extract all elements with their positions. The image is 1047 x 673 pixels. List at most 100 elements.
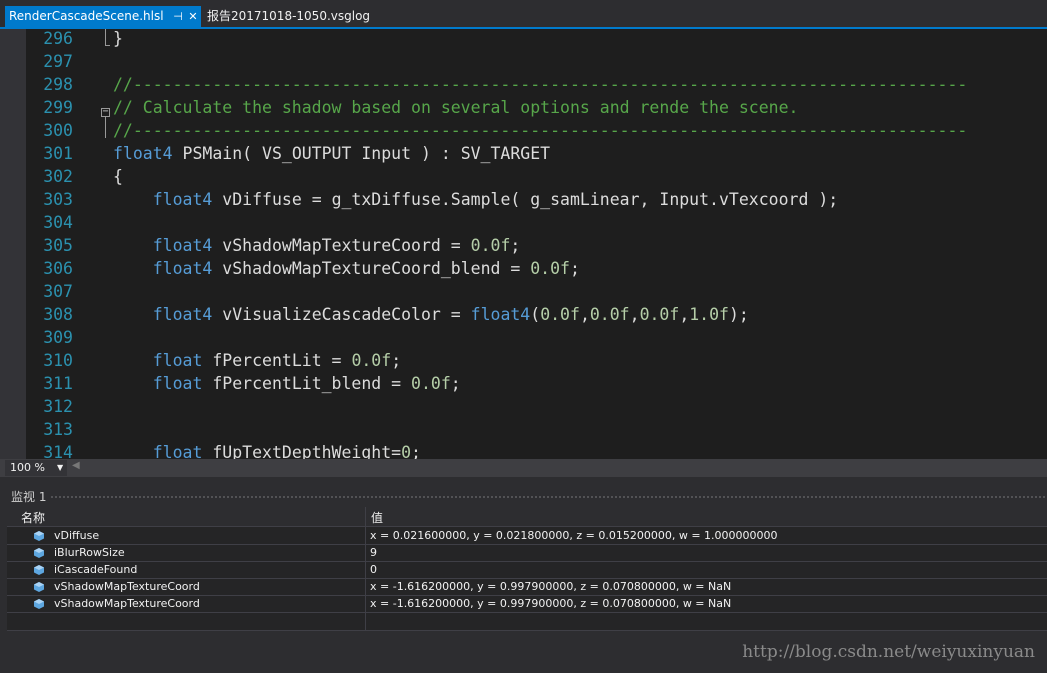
code-token: , [629, 305, 640, 324]
watch-variable-value: 0 [370, 563, 377, 576]
code-token: ; [450, 374, 461, 393]
code-line[interactable]: 303 float4 vDiffuse = g_txDiffuse.Sample… [0, 188, 1047, 211]
code-line[interactable]: 301 float4 PSMain( VS_OUTPUT Input ) : SV… [0, 142, 1047, 165]
code-token: fPercentLit_blend = [202, 374, 412, 393]
tab-vsglog-report[interactable]: 报告20171018-1050.vsglog [207, 6, 370, 27]
line-number: 300 [43, 121, 73, 140]
code-token: float [152, 351, 203, 370]
watch-window-title: 监视 1 [11, 490, 47, 504]
code-line[interactable]: 302 { [0, 165, 1047, 188]
line-number: 310 [43, 351, 73, 370]
line-number: 306 [43, 259, 73, 278]
code-token: ; [391, 351, 402, 370]
code-text: } [113, 29, 123, 50]
line-number: 303 [43, 190, 73, 209]
code-token: 0.0f [540, 305, 580, 324]
line-number: 308 [43, 305, 73, 324]
watch-variable-value: x = 0.021600000, y = 0.021800000, z = 0.… [370, 529, 778, 542]
scroll-left-icon[interactable]: ◀ [72, 460, 80, 471]
watch-variable-value: x = -1.616200000, y = 0.997900000, z = 0… [370, 597, 732, 610]
code-token: fUpTextDepthWeight= [202, 443, 402, 459]
code-token: , [679, 305, 690, 324]
code-token: //--------------------------------------… [113, 121, 968, 140]
code-line[interactable]: 308 float4 vVisualizeCascadeColor = floa… [0, 303, 1047, 326]
watch-column-header: 名称 值 [7, 507, 1047, 527]
zoom-value: 100 % [10, 461, 45, 474]
fold-guide [105, 126, 106, 138]
code-line[interactable]: 305 float4 vShadowMapTextureCoord = 0.0f… [0, 234, 1047, 257]
pin-icon[interactable]: ⊣ [171, 6, 185, 27]
watch-row[interactable]: vShadowMapTextureCoord x = -1.616200000, … [7, 596, 1047, 613]
code-token: 0.0f [351, 351, 392, 370]
line-number: 299 [43, 98, 73, 117]
watch-empty-row[interactable] [7, 614, 1047, 631]
line-number: 298 [43, 75, 73, 94]
code-token: PSMain( VS_OUTPUT Input ) : SV_TARGET [172, 144, 551, 163]
code-token: ; [411, 443, 421, 459]
watch-variable-name: iBlurRowSize [54, 546, 125, 559]
tab-render-cascade-scene[interactable]: RenderCascadeScene.hlsl ⊣ ✕ [5, 6, 201, 27]
watch-row[interactable]: vDiffuse x = 0.021600000, y = 0.021800000… [7, 528, 1047, 545]
watch-variable-name: vDiffuse [54, 529, 100, 542]
code-token: vShadowMapTextureCoord_blend = [212, 259, 531, 278]
code-token: fPercentLit = [202, 351, 352, 370]
code-token: float4 [152, 190, 213, 209]
fold-collapse-icon[interactable]: − [101, 107, 110, 117]
code-line[interactable]: 298 //-----------------------------------… [0, 73, 1047, 96]
editor-status-bar: 100 % ▼ ◀ [0, 459, 1047, 477]
column-header-name[interactable]: 名称 [21, 509, 45, 526]
fold-guide [105, 29, 106, 46]
watch-row[interactable]: iCascadeFound 0 [7, 562, 1047, 579]
code-token: 0.0f [530, 259, 570, 278]
watch-row[interactable]: iBlurRowSize 9 [7, 545, 1047, 562]
code-editor[interactable]: 296} 297 298 //----------------------------… [0, 29, 1047, 459]
close-icon[interactable]: ✕ [187, 6, 199, 27]
code-token: vVisualizeCascadeColor = [212, 305, 471, 324]
code-token: float [152, 443, 203, 459]
column-header-value[interactable]: 值 [371, 509, 383, 526]
line-number: 301 [43, 144, 73, 163]
watch-variable-value: 9 [370, 546, 377, 559]
variable-icon [34, 548, 44, 558]
code-token: , [579, 305, 590, 324]
watch-window-header: 监视 1 [0, 485, 1047, 505]
watermark: http://blog.csdn.net/weiyuxinyuan [742, 642, 1035, 662]
code-text: float fPercentLit = 0.0f; [113, 349, 401, 372]
code-text: float4 PSMain( VS_OUTPUT Input ) : SV_TA… [113, 142, 550, 165]
code-line[interactable]: 313 [0, 418, 1047, 441]
code-text: float fPercentLit_blend = 0.0f; [113, 372, 461, 395]
line-number: 296 [43, 29, 73, 48]
code-line[interactable]: 312 [0, 395, 1047, 418]
code-line[interactable]: 297 [0, 50, 1047, 73]
code-line[interactable]: 296} [0, 29, 1047, 50]
code-line[interactable]: 310 float fPercentLit = 0.0f; [0, 349, 1047, 372]
zoom-dropdown[interactable]: 100 % ▼ [5, 460, 67, 476]
code-text: float4 vShadowMapTextureCoord_blend = 0.… [113, 257, 580, 280]
watch-row[interactable]: vShadowMapTextureCoord x = -1.616200000, … [7, 579, 1047, 596]
document-tab-strip: RenderCascadeScene.hlsl ⊣ ✕ 报告20171018-1… [0, 0, 1047, 29]
line-number: 313 [43, 420, 73, 439]
panel-drag-grip[interactable] [50, 495, 1047, 499]
code-line[interactable]: 309 [0, 326, 1047, 349]
code-line[interactable]: 304 [0, 211, 1047, 234]
code-line[interactable]: 314 float fUpTextDepthWeight=0; [0, 441, 1047, 459]
watch-variable-value: x = -1.616200000, y = 0.997900000, z = 0… [370, 580, 732, 593]
code-line[interactable]: 299 // Calculate the shadow based on seve… [0, 96, 1047, 119]
tab-label: 报告20171018-1050.vsglog [207, 9, 371, 23]
code-token: 1.0f [689, 305, 729, 324]
variable-icon [34, 582, 44, 592]
line-number: 311 [43, 374, 73, 393]
code-token: float4 [152, 259, 213, 278]
code-line[interactable]: 311 float fPercentLit_blend = 0.0f; [0, 372, 1047, 395]
code-line[interactable]: 306 float4 vShadowMapTextureCoord_blend … [0, 257, 1047, 280]
code-token: ; [570, 259, 580, 278]
code-text: float fUpTextDepthWeight=0; [113, 441, 421, 459]
code-token: float4 [470, 305, 531, 324]
code-line[interactable]: 300 //-----------------------------------… [0, 119, 1047, 142]
code-line[interactable]: 307 [0, 280, 1047, 303]
